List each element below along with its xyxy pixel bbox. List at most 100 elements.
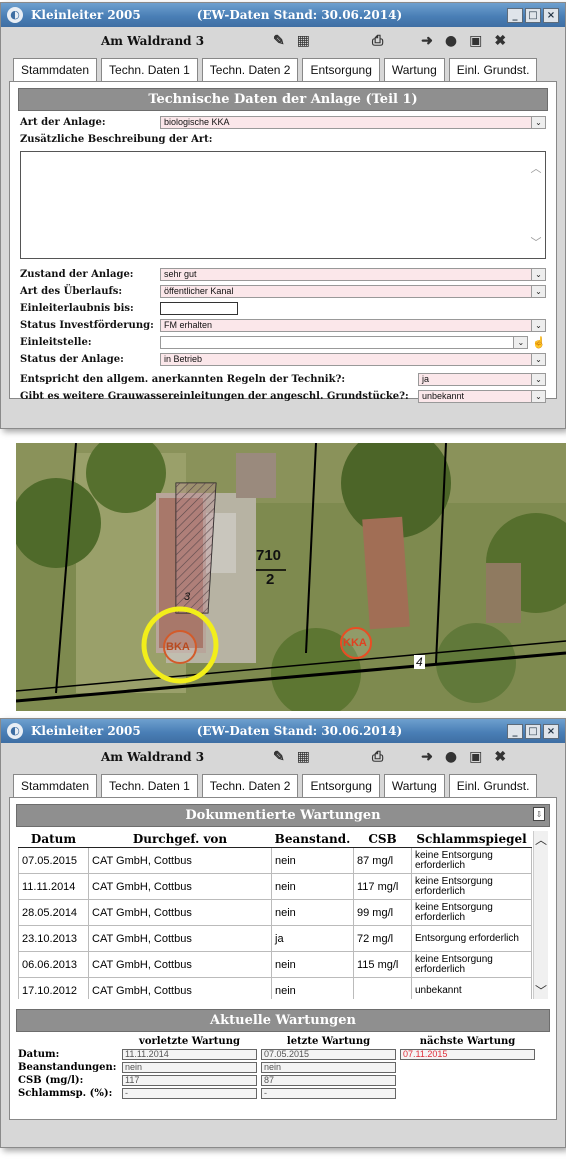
grau-label: Gibt es weitere Grauwassereinleitungen d… [20, 391, 409, 402]
tab-bar: Stammdaten Techn. Daten 1 Techn. Daten 2… [1, 771, 565, 797]
parcel-label-3: 3 [184, 591, 191, 603]
tab-techn-daten-1[interactable]: Techn. Daten 1 [101, 774, 198, 797]
bka-marker[interactable]: BKA [166, 641, 190, 653]
tab-techn-daten-1[interactable]: Techn. Daten 1 [101, 58, 198, 81]
print-icon[interactable]: ⎙ [372, 749, 383, 765]
forward-icon[interactable]: ➜ [421, 749, 433, 765]
textarea-scrollbar[interactable]: ︿ ﹀ [529, 160, 543, 250]
cell-durchgef: CAT GmbH, Cottbus [88, 899, 272, 926]
erlaubnis-label: Einleiterlaubnis bis: [20, 303, 134, 314]
erlaubnis-input[interactable] [160, 302, 238, 315]
tab-techn-daten-2[interactable]: Techn. Daten 2 [201, 774, 299, 797]
tab-wartung[interactable]: Wartung [383, 774, 445, 797]
cell-schlamm: keine Entsorgung erforderlich [411, 899, 532, 926]
tab-entsorgung[interactable]: Entsorgung [302, 58, 380, 81]
table-scrollbar[interactable]: ︿ ﹀ [533, 831, 548, 999]
tab-wartung[interactable]: Wartung [383, 58, 445, 81]
aerial-map[interactable]: 710 2 BKA KKA 4 3 [16, 443, 566, 711]
current-grid: vorletzte Wartung letzte Wartung nächste… [18, 1036, 548, 1099]
table-icon[interactable]: ▦ [297, 749, 310, 765]
zusatz-textarea[interactable]: ︿ ﹀ [20, 151, 546, 259]
chevron-down-icon: ⌄ [531, 286, 545, 297]
title-bar[interactable]: ◐ Kleinleiter 2005 (EW-Daten Stand: 30.0… [1, 3, 565, 27]
save-icon[interactable]: ▣ [469, 749, 482, 765]
minimize-button[interactable]: _ [507, 7, 523, 23]
cell-csb: 117 mg/l [353, 873, 412, 900]
lab-datum: Datum: [18, 1049, 60, 1060]
close-window-button[interactable]: × [543, 7, 559, 23]
chevron-down-icon: ﹀ [530, 236, 542, 249]
col-durchgef[interactable]: Durchgef. von [88, 831, 272, 848]
close-window-button[interactable]: × [543, 723, 559, 739]
minimize-button[interactable]: _ [507, 723, 523, 739]
cell-schlamm: keine Entsorgung erforderlich [411, 847, 532, 874]
export-icon[interactable]: ⇩ [533, 807, 545, 821]
cell-schlamm: keine Entsorgung erforderlich [411, 873, 532, 900]
globe-icon[interactable]: ● [445, 33, 457, 49]
ueberlauf-select[interactable]: öffentlicher Kanal ⌄ [160, 285, 546, 298]
data-status: (EW-Daten Stand: 30.06.2014) [196, 724, 403, 738]
col-beanstand[interactable]: Beanstand. [271, 831, 354, 848]
app-logo-icon: ◐ [7, 7, 23, 23]
datum-naechste: 07.11.2015 [400, 1049, 535, 1060]
tab-bar: Stammdaten Techn. Daten 1 Techn. Daten 2… [1, 55, 565, 81]
close-icon[interactable]: ✖ [494, 33, 506, 49]
close-icon[interactable]: ✖ [494, 749, 506, 765]
table-row[interactable]: 28.05.2014 CAT GmbH, Cottbus nein 99 mg/l ke… [18, 899, 532, 926]
art-select[interactable]: biologische KKA ⌄ [160, 116, 546, 129]
cell-datum: 07.05.2015 [18, 847, 89, 874]
save-icon[interactable]: ▣ [469, 33, 482, 49]
cell-schlamm: keine Entsorgung erforderlich [411, 951, 532, 978]
kka-marker[interactable]: KKA [343, 637, 367, 649]
grau-select[interactable]: unbekannt ⌄ [418, 390, 546, 403]
table-row[interactable]: 06.06.2013 CAT GmbH, Cottbus nein 115 mg/l k… [18, 951, 532, 978]
status-select[interactable]: in Betrieb ⌄ [160, 353, 546, 366]
col-letzte: letzte Wartung [286, 1036, 371, 1047]
cell-beanstand: nein [271, 951, 354, 978]
csb-vorletzte: 117 [122, 1075, 257, 1086]
invest-select[interactable]: FM erhalten ⌄ [160, 319, 546, 332]
lab-beanst: Beanstandungen: [18, 1062, 117, 1073]
table-row[interactable]: 17.10.2012 CAT GmbH, Cottbus nein unbekannt [18, 977, 532, 999]
maintenance-table-wrap[interactable]: Datum Durchgef. von Beanstand. CSB Schla… [18, 831, 548, 999]
app-title: Kleinleiter 2005 [31, 724, 141, 738]
chevron-up-icon[interactable]: ︿ [535, 831, 547, 848]
status-value: in Betrieb [164, 354, 203, 364]
tab-einl-grundst[interactable]: Einl. Grundst. [448, 58, 538, 81]
status-label: Status der Anlage: [20, 354, 124, 365]
pointer-icon[interactable]: ☝ [532, 336, 546, 349]
maximize-button[interactable]: □ [525, 7, 541, 23]
edit-pen-icon[interactable]: ✎ [273, 749, 285, 765]
table-row[interactable]: 11.11.2014 CAT GmbH, Cottbus nein 117 mg/l k… [18, 873, 532, 900]
forward-icon[interactable]: ➜ [421, 33, 433, 49]
tab-stammdaten[interactable]: Stammdaten [13, 774, 98, 797]
table-icon[interactable]: ▦ [297, 33, 310, 49]
address-label: Am Waldrand 3 [101, 34, 205, 48]
tab-stammdaten[interactable]: Stammdaten [13, 58, 98, 81]
title-bar[interactable]: ◐ Kleinleiter 2005 (EW-Daten Stand: 30.0… [1, 719, 565, 743]
col-schlamm[interactable]: Schlammspiegel [411, 831, 532, 848]
zustand-select[interactable]: sehr gut ⌄ [160, 268, 546, 281]
chevron-down-icon[interactable]: ﹀ [535, 982, 547, 999]
tab-techn-daten-2[interactable]: Techn. Daten 2 [201, 58, 299, 81]
col-csb[interactable]: CSB [353, 831, 412, 848]
einleitstelle-select[interactable]: ⌄ [160, 336, 529, 349]
edit-pen-icon[interactable]: ✎ [273, 33, 285, 49]
tab-entsorgung[interactable]: Entsorgung [302, 774, 380, 797]
cell-beanstand: nein [271, 873, 354, 900]
globe-icon[interactable]: ● [445, 749, 457, 765]
table-row[interactable]: 07.05.2015 CAT GmbH, Cottbus nein 87 mg/l ke… [18, 847, 532, 874]
maximize-button[interactable]: □ [525, 723, 541, 739]
table-row[interactable]: 23.10.2013 CAT GmbH, Cottbus ja 72 mg/l Ents… [18, 925, 532, 952]
cell-durchgef: CAT GmbH, Cottbus [88, 873, 272, 900]
regeln-select[interactable]: ja ⌄ [418, 373, 546, 386]
col-datum[interactable]: Datum [18, 831, 89, 848]
cell-datum: 23.10.2013 [18, 925, 89, 952]
print-icon[interactable]: ⎙ [372, 33, 383, 49]
cell-schlamm: Entsorgung erforderlich [411, 925, 532, 952]
doc-title: Dokumentierte Wartungen [185, 808, 381, 823]
col-naechste: nächste Wartung [419, 1036, 516, 1047]
cell-csb [353, 977, 412, 999]
zustand-label: Zustand der Anlage: [20, 269, 134, 280]
tab-einl-grundst[interactable]: Einl. Grundst. [448, 774, 538, 797]
